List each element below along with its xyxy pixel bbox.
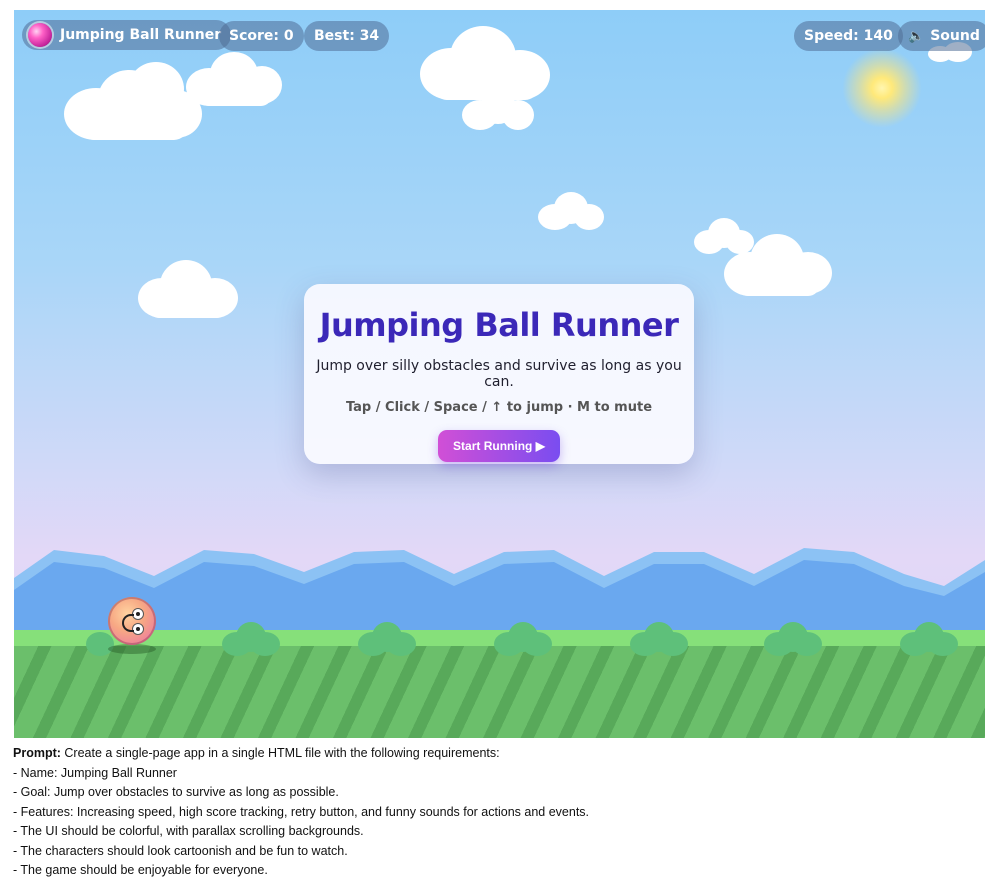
game-canvas[interactable]: Jumping Ball Runner Score: 0 Best: 34 Sp… [14, 10, 985, 738]
cloud [186, 52, 282, 106]
prompt-text: Prompt: Create a single-page app in a si… [13, 744, 983, 881]
controls-hint: Tap / Click / Space / ↑ to jump · M to m… [345, 400, 653, 415]
cloud [538, 192, 604, 230]
prompt-line: - The characters should look cartoonish … [13, 843, 348, 858]
prompt-line: - Goal: Jump over obstacles to survive a… [13, 785, 339, 799]
score-display: Score: 0 [219, 21, 304, 51]
sun [842, 48, 922, 128]
speed-display: Speed: 140 [794, 21, 903, 51]
prompt-line: - The UI should be colorful, with parall… [13, 824, 364, 838]
prompt-line: - Features: Increasing speed, high score… [13, 804, 590, 819]
start-running-button[interactable]: Start Running ▶ [438, 430, 560, 462]
best-score-text: Best: 34 [314, 28, 380, 44]
player-ball [108, 597, 156, 645]
prompt-line: - The game should be enjoyable for every… [13, 863, 268, 877]
start-dialog: Jumping Ball Runner Jump over silly obst… [304, 284, 694, 464]
speed-text: Speed: 140 [804, 28, 893, 44]
prompt-line: - Name: Jumping Ball Runner [13, 765, 177, 780]
ground [14, 646, 985, 738]
bush [358, 622, 416, 656]
speaker-icon: 🔈 [908, 28, 925, 44]
player-mouth [122, 614, 134, 632]
cloud [724, 234, 832, 296]
dialog-title: Jumping Ball Runner [319, 306, 679, 344]
prompt-intro: Create a single-page app in a single HTM… [64, 746, 500, 760]
prompt-label: Prompt: [13, 746, 61, 760]
bush [494, 622, 552, 656]
score-text: Score: 0 [229, 28, 294, 44]
cloud [462, 90, 534, 130]
dialog-description: Jump over silly obstacles and survive as… [316, 358, 682, 390]
player-shadow [108, 644, 156, 654]
cloud [138, 260, 238, 318]
bush [630, 622, 688, 656]
hud-title-badge: Jumping Ball Runner [22, 20, 232, 50]
bush [900, 622, 958, 656]
sound-toggle-button[interactable]: 🔈 Sound [898, 21, 985, 51]
ball-icon [28, 23, 52, 47]
sound-label: Sound [930, 28, 980, 44]
hud-title: Jumping Ball Runner [60, 27, 222, 43]
best-score-display: Best: 34 [304, 21, 390, 51]
cloud [64, 62, 204, 140]
bush [222, 622, 280, 656]
bush [764, 622, 822, 656]
